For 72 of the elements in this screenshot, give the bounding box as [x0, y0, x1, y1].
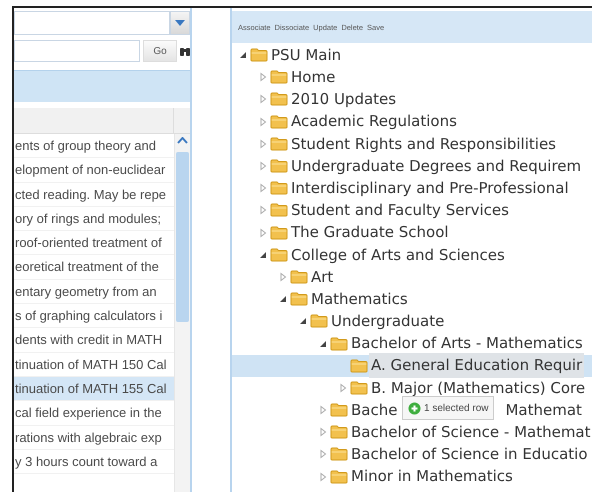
- collapse-arrow-icon[interactable]: [318, 338, 328, 349]
- tree-node-label[interactable]: PSU Main: [269, 42, 344, 68]
- tree-node-label[interactable]: Minor in Mathematics: [349, 464, 515, 489]
- expand-arrow-icon[interactable]: [338, 382, 348, 393]
- folder-icon: [270, 114, 288, 129]
- tree-node-label[interactable]: A. General Education Requir: [369, 353, 584, 378]
- binoculars-icon[interactable]: [180, 45, 190, 57]
- expand-arrow-icon[interactable]: [258, 94, 268, 104]
- collapse-arrow-icon[interactable]: [298, 316, 308, 326]
- folder-icon: [330, 403, 348, 418]
- folder-icon: [330, 470, 348, 484]
- folder-icon: [270, 70, 288, 84]
- folder-icon: [330, 447, 348, 462]
- expand-arrow-icon[interactable]: [258, 205, 268, 216]
- tree-node-label[interactable]: Undergraduate Degrees and Requirem: [289, 154, 584, 178]
- folder-icon: [310, 314, 328, 328]
- folder-icon: [330, 425, 348, 440]
- expand-arrow-icon[interactable]: [318, 472, 328, 482]
- tooltip-text: 1 selected row: [424, 402, 488, 414]
- expand-arrow-icon[interactable]: [258, 183, 268, 194]
- expand-arrow-icon[interactable]: [318, 449, 328, 460]
- tree-node-label[interactable]: Bachelor of Science in Educatio: [349, 442, 590, 467]
- folder-icon: [270, 159, 288, 174]
- tree-node-label[interactable]: Bachelor of Arts - Mathematics: [349, 331, 585, 356]
- tree-node-label[interactable]: Student and Faculty Services: [289, 198, 511, 223]
- folder-icon: [350, 358, 368, 373]
- expand-arrow-icon[interactable]: [318, 405, 328, 416]
- expand-arrow-icon[interactable]: [258, 161, 268, 172]
- add-icon: [408, 402, 421, 414]
- tree-node-label[interactable]: Student Rights and Responsibilities: [289, 132, 558, 156]
- expand-arrow-icon[interactable]: [258, 228, 268, 238]
- folder-icon: [290, 292, 308, 306]
- tree-node-label[interactable]: Home: [289, 65, 338, 90]
- tree-node-label[interactable]: Undergraduate: [329, 309, 446, 334]
- collapse-arrow-icon[interactable]: [258, 250, 268, 260]
- folder-icon: [250, 48, 268, 62]
- tree-node-label[interactable]: Bache: [349, 398, 400, 422]
- tree-node-label[interactable]: Bachelor of Science - Mathemat: [349, 420, 592, 445]
- folder-icon: [270, 136, 288, 151]
- folder-icon: [330, 336, 348, 351]
- expand-arrow-icon[interactable]: [278, 272, 288, 282]
- tree-node-label[interactable]: B. Major (Mathematics) Core: [369, 376, 588, 400]
- folder-icon: [270, 248, 288, 262]
- dropdown-field[interactable]: [14, 11, 170, 35]
- folder-icon: [290, 270, 308, 284]
- scroll-up-icon[interactable]: [177, 137, 188, 144]
- tree-node-label[interactable]: Mathemat: [503, 398, 584, 422]
- collapse-arrow-icon[interactable]: [278, 294, 288, 304]
- expand-arrow-icon[interactable]: [258, 72, 268, 82]
- tree-node-label[interactable]: Academic Regulations: [289, 109, 459, 134]
- folder-icon: [270, 181, 288, 196]
- collapse-arrow-icon[interactable]: [238, 50, 248, 60]
- folder-icon: [350, 380, 368, 395]
- caret-icon: [175, 20, 185, 26]
- tree-node-label[interactable]: College of Arts and Sciences: [289, 242, 507, 268]
- list-row[interactable]: tinuation of MATH 155 Cal: [14, 376, 174, 402]
- tree-node-label[interactable]: Art: [309, 264, 336, 290]
- scrollbar[interactable]: [174, 134, 190, 492]
- tree-node-label[interactable]: Interdisciplinary and Pre-Professional: [289, 176, 571, 200]
- folder-icon: [270, 203, 288, 218]
- expand-arrow-icon[interactable]: [258, 138, 268, 149]
- tree-node-label[interactable]: Mathematics: [309, 286, 410, 312]
- folder-icon: [270, 92, 288, 106]
- tree-node-label[interactable]: The Graduate School: [289, 220, 451, 245]
- tree-node-label[interactable]: 2010 Updates: [289, 87, 398, 112]
- dropdown-button[interactable]: [170, 11, 190, 35]
- folder-icon: [270, 226, 288, 240]
- go-button[interactable]: Go: [143, 40, 177, 62]
- scroll-thumb[interactable]: [176, 152, 189, 322]
- expand-arrow-icon[interactable]: [318, 427, 328, 438]
- expand-arrow-icon[interactable]: [258, 116, 268, 127]
- search-field[interactable]: [14, 40, 140, 62]
